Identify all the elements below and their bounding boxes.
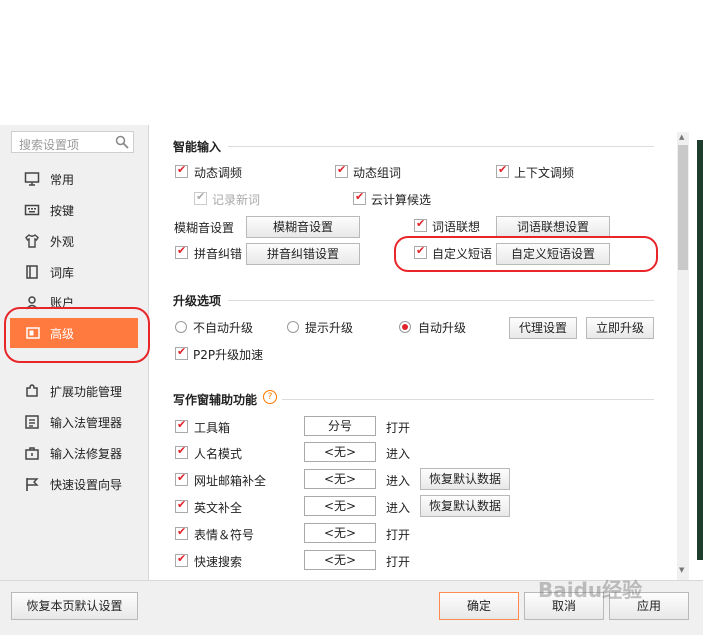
restore-page-defaults-button[interactable]: 恢复本页默认设置 xyxy=(11,592,138,620)
search-placeholder: 搜索设置项 xyxy=(19,138,80,152)
sidebar-item-label: 快速设置向导 xyxy=(50,478,123,492)
shirt-icon xyxy=(24,233,40,252)
checkbox-name-mode[interactable] xyxy=(175,444,188,459)
sidebar-item-lexicon[interactable]: 词库 xyxy=(0,257,148,287)
sidebar-item-label: 输入法管理器 xyxy=(50,416,123,430)
label-emoji-symbol: 表情＆符号 xyxy=(194,528,255,542)
action-name-mode: 进入 xyxy=(386,447,411,461)
label-cloud-candidate: 云计算候选 xyxy=(371,193,432,207)
action-emoji-symbol: 打开 xyxy=(386,528,411,542)
scroll-down-arrow-icon[interactable]: ▼ xyxy=(679,566,684,574)
checkbox-dynamic-combo[interactable] xyxy=(335,163,348,178)
label-fuzzy: 模糊音设置 xyxy=(174,221,235,235)
scrollbar-thumb[interactable] xyxy=(678,145,688,270)
list-icon xyxy=(24,414,40,433)
checkbox-toolbox[interactable] xyxy=(175,418,188,433)
label-dynamic-combo: 动态组词 xyxy=(353,166,402,180)
sidebar-item-label: 词库 xyxy=(50,266,75,280)
book-icon xyxy=(24,264,40,283)
label-dynamic-freq: 动态调频 xyxy=(194,166,243,180)
toolbox-icon xyxy=(24,445,40,464)
action-quick-search: 打开 xyxy=(386,555,411,569)
checkbox-pinyin-correct[interactable] xyxy=(175,244,188,259)
highlight-ring-custom-phrase xyxy=(394,236,658,272)
flag-icon xyxy=(24,476,40,495)
divider xyxy=(228,146,654,147)
scroll-up-arrow-icon[interactable]: ▲ xyxy=(679,133,684,141)
search-icon[interactable] xyxy=(115,135,129,152)
proxy-settings-button[interactable]: 代理设置 xyxy=(509,317,577,339)
hotkey-field-url-email[interactable]: <无> xyxy=(304,469,376,489)
sidebar-item-label: 按键 xyxy=(50,204,75,218)
label-record-new: 记录新词 xyxy=(212,193,261,207)
sidebar-item-quick-setup[interactable]: 快速设置向导 xyxy=(0,469,148,499)
sidebar-item-label: 扩展功能管理 xyxy=(50,385,123,399)
sidebar-item-label: 常用 xyxy=(50,173,75,187)
watermark: Baidu经验 xyxy=(538,578,643,602)
checkbox-emoji-symbol[interactable] xyxy=(175,525,188,540)
divider xyxy=(228,300,654,301)
sidebar-item-common[interactable]: 常用 xyxy=(0,164,148,194)
checkbox-dynamic-freq[interactable] xyxy=(175,163,188,178)
label-name-mode: 人名模式 xyxy=(194,447,243,461)
label-no-auto-upgrade: 不自动升级 xyxy=(193,321,254,335)
checkbox-word-assoc[interactable] xyxy=(414,217,427,232)
radio-auto-upgrade[interactable] xyxy=(399,321,411,333)
label-context-freq: 上下文调频 xyxy=(514,166,575,180)
checkbox-english-complete[interactable] xyxy=(175,498,188,513)
action-english-complete: 进入 xyxy=(386,501,411,515)
hotkey-field-emoji-symbol[interactable]: <无> xyxy=(304,523,376,543)
label-p2p: P2P升级加速 xyxy=(193,348,264,362)
sidebar-item-ime-repair[interactable]: 输入法修复器 xyxy=(0,438,148,468)
label-pinyin-correct: 拼音纠错 xyxy=(194,247,243,261)
label-url-email: 网址邮箱补全 xyxy=(194,474,267,488)
label-auto-upgrade: 自动升级 xyxy=(418,321,467,335)
checkbox-context-freq[interactable] xyxy=(496,163,509,178)
checkbox-quick-search[interactable] xyxy=(175,552,188,567)
ok-button[interactable]: 确定 xyxy=(439,592,519,620)
section-title-upgrade: 升级选项 xyxy=(173,294,222,308)
fuzzy-settings-button[interactable]: 模糊音设置 xyxy=(246,216,360,238)
section-title-writing: 写作窗辅助功能 xyxy=(173,393,258,407)
label-english-complete: 英文补全 xyxy=(194,501,243,515)
hotkey-field-toolbox[interactable]: 分号 xyxy=(304,416,376,436)
checkbox-p2p[interactable] xyxy=(175,345,188,360)
sidebar-item-keys[interactable]: 按键 xyxy=(0,195,148,225)
label-prompt-upgrade: 提示升级 xyxy=(305,321,354,335)
pinyin-correct-settings-button[interactable]: 拼音纠错设置 xyxy=(246,243,360,265)
restore-default-data-button[interactable]: 恢复默认数据 xyxy=(420,468,510,490)
keyboard-icon xyxy=(24,202,40,221)
background-window-edge xyxy=(697,140,703,560)
sidebar-item-label: 外观 xyxy=(50,235,75,249)
help-icon[interactable]: ? xyxy=(263,390,277,404)
section-title-smart-input: 智能输入 xyxy=(173,140,222,154)
radio-no-auto-upgrade[interactable] xyxy=(175,321,187,333)
checkbox-record-new[interactable] xyxy=(194,190,207,205)
sidebar-item-extensions[interactable]: 扩展功能管理 xyxy=(0,376,148,406)
action-url-email: 进入 xyxy=(386,474,411,488)
label-toolbox: 工具箱 xyxy=(194,421,231,435)
hotkey-field-quick-search[interactable]: <无> xyxy=(304,550,376,570)
puzzle-icon xyxy=(24,383,40,402)
sidebar-item-ime-manager[interactable]: 输入法管理器 xyxy=(0,407,148,437)
word-assoc-settings-button[interactable]: 词语联想设置 xyxy=(496,216,610,238)
divider xyxy=(282,399,654,400)
restore-default-data-button[interactable]: 恢复默认数据 xyxy=(420,495,510,517)
checkbox-url-email[interactable] xyxy=(175,471,188,486)
sidebar-item-label: 输入法修复器 xyxy=(50,447,123,461)
search-input[interactable]: 搜索设置项 xyxy=(11,131,134,153)
label-word-assoc: 词语联想 xyxy=(432,220,481,234)
hotkey-field-english-complete[interactable]: <无> xyxy=(304,496,376,516)
monitor-icon xyxy=(24,171,40,190)
label-quick-search: 快速搜索 xyxy=(194,555,243,569)
radio-prompt-upgrade[interactable] xyxy=(287,321,299,333)
checkbox-cloud-candidate[interactable] xyxy=(353,190,366,205)
upgrade-now-button[interactable]: 立即升级 xyxy=(586,317,654,339)
highlight-ring-advanced xyxy=(4,307,150,363)
hotkey-field-name-mode[interactable]: <无> xyxy=(304,442,376,462)
action-toolbox: 打开 xyxy=(386,421,411,435)
sidebar-item-appearance[interactable]: 外观 xyxy=(0,226,148,256)
